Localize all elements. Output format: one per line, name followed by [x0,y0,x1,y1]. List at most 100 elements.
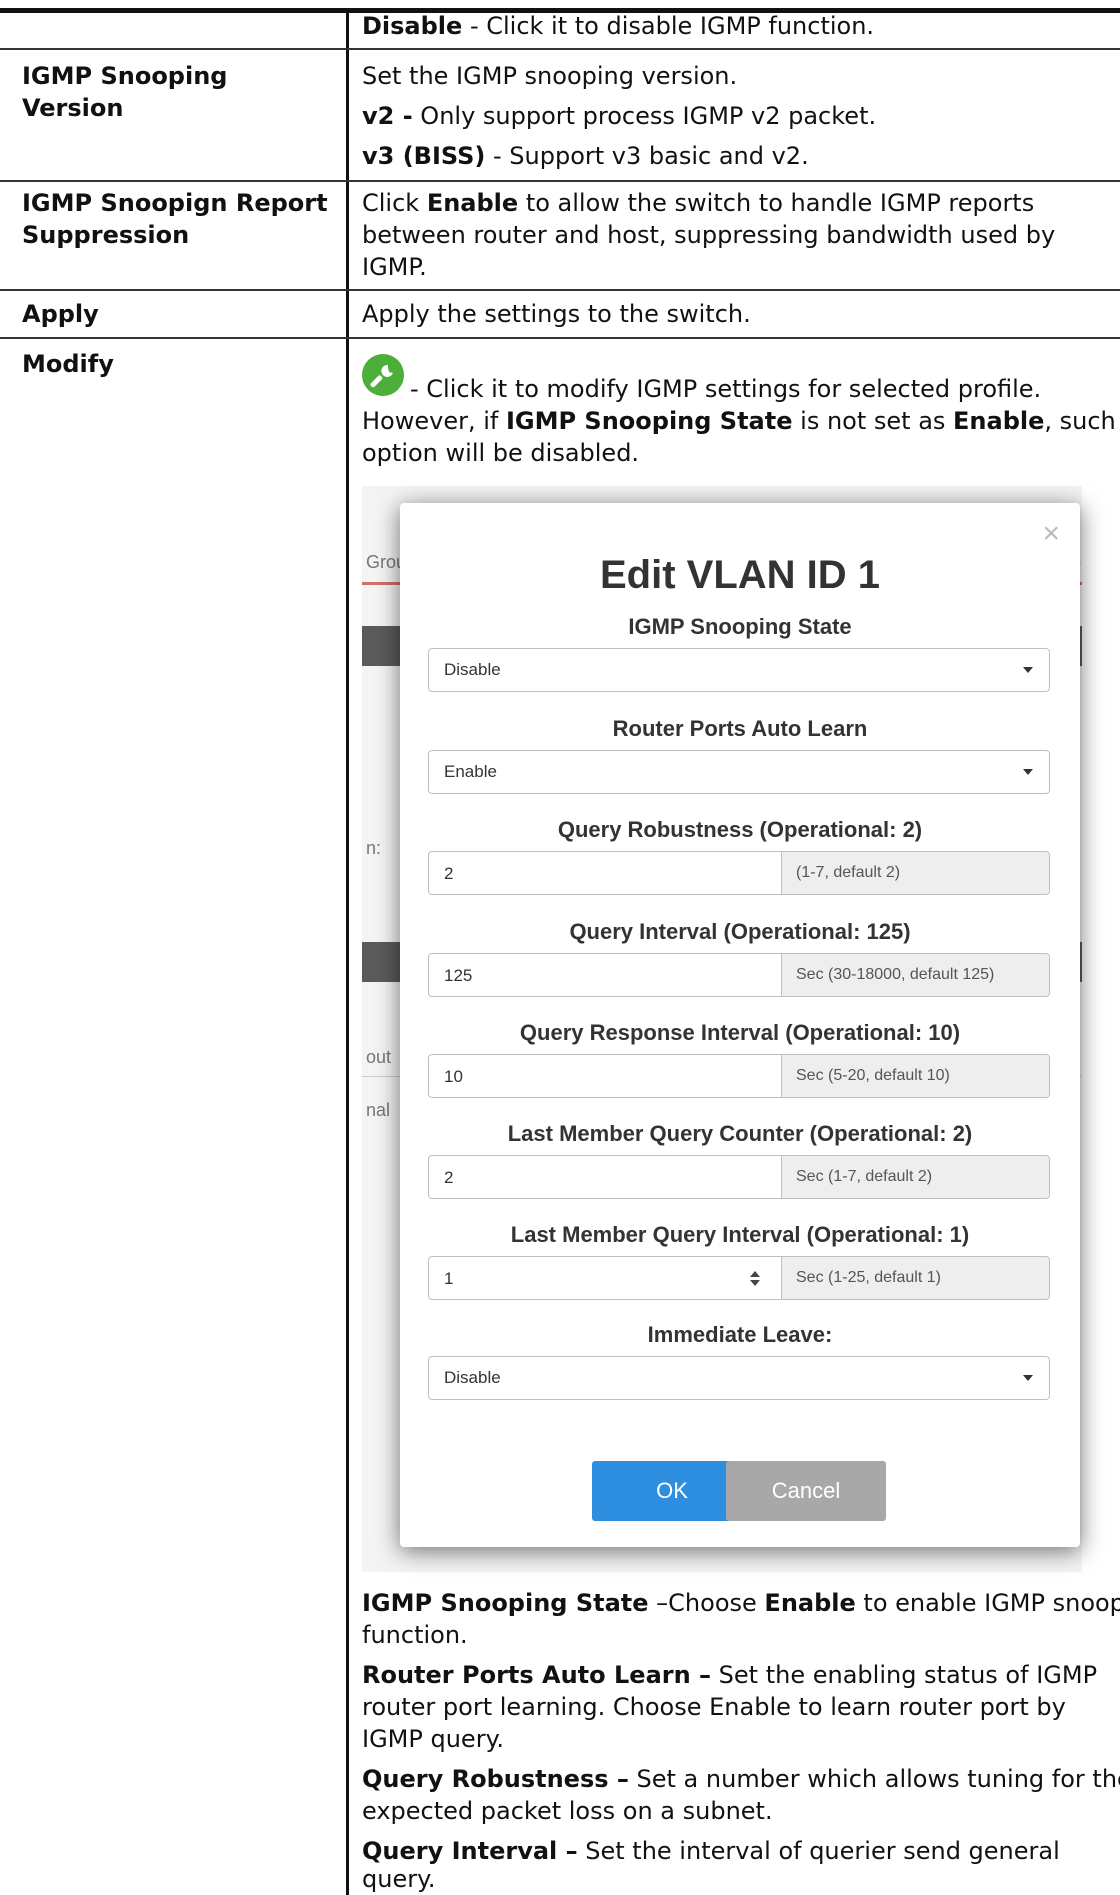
spinner-up-icon [750,1271,760,1277]
v2-term: v2 - [362,102,413,130]
lmq-counter-value: 2 [444,1168,454,1187]
snooping-state-select[interactable]: Disable [428,648,1050,692]
query-interval-label: Query Interval (Operational: 125) [569,919,911,944]
enable-term: Enable [953,407,1045,435]
cancel-button[interactable]: Cancel [726,1461,886,1521]
row-divider [0,337,1120,339]
hint-text: (1-7, default 2) [796,864,901,881]
enable-term: Enable [764,1589,856,1617]
row-divider [0,48,1120,50]
suppression-line-1: Click Enable to allow the switch to hand… [362,187,1102,219]
robustness-value: 2 [444,864,454,883]
chevron-down-icon [1023,769,1033,775]
lmq-interval-label: Last Member Query Interval (Operational:… [510,1222,970,1247]
response-interval-hint: Sec (5-20, default 10) [781,1055,1049,1097]
router-ports-select[interactable]: Enable [428,750,1050,794]
query-interval-value: 125 [444,966,473,985]
snooping-state-term: IGMP Snooping State [505,407,793,435]
text-span: However, if [362,407,506,435]
text-span: Set a number which allows tuning for the [628,1765,1120,1793]
enable-term: Enable [426,189,519,217]
disable-term: Disable [362,12,463,40]
suppression-line-2: between router and host, suppressing ban… [362,221,1056,249]
term-report-suppression: IGMP Snoopign Report Suppression [22,187,332,251]
desc-snooping-state: IGMP Snooping State –Choose Enable to en… [362,1587,1120,1619]
lmq-counter-label: Last Member Query Counter (Operational: … [507,1121,973,1146]
response-interval-input[interactable]: 10 Sec (5-20, default 10) [428,1054,1050,1098]
disable-description: Disable - Click it to disable IGMP funct… [362,10,1102,42]
immediate-leave-label: Immediate Leave: [647,1322,833,1347]
desc-robustness: Query Robustness – Set a number which al… [362,1763,1120,1795]
desc-snooping-state-line-2: function. [362,1621,468,1649]
wrench-icon [362,354,404,396]
lmq-counter-input[interactable]: 2 Sec (1-7, default 2) [428,1155,1050,1199]
version-line-1: Set the IGMP snooping version. [362,62,738,90]
term-apply: Apply [22,300,99,328]
robustness-input[interactable]: 2 (1-7, default 2) [428,851,1050,895]
response-interval-value: 10 [444,1067,463,1086]
text-span: Set the enabling status of IGMP [711,1661,1098,1689]
robustness-label: Query Robustness (Operational: 2) [557,817,923,842]
suppression-line-3: IGMP. [362,253,427,281]
modify-line-1: - Click it to modify IGMP settings for s… [410,375,1042,403]
desc-router-ports-line-2: router port learning. Choose Enable to l… [362,1693,1066,1721]
v2-text: Only support process IGMP v2 packet. [412,102,877,130]
snooping-state-value: Disable [444,660,501,679]
robustness-hint: (1-7, default 2) [781,852,1049,894]
hint-text: Sec (5-20, default 10) [796,1067,950,1084]
lmq-interval-value: 1 [444,1269,454,1288]
desc-robustness-line-2: expected packet loss on a subnet. [362,1797,773,1825]
wrench-icon-glyph [370,364,393,388]
text-span: is not set as [792,407,954,435]
text-span: to allow the switch to handle IGMP repor… [518,189,1035,217]
close-icon[interactable]: × [1042,519,1060,549]
response-interval-label: Query Response Interval (Operational: 10… [519,1020,961,1045]
bg-fragment: nal [366,1100,391,1120]
v3-term: v3 (BISS) [362,142,486,170]
immediate-leave-select[interactable]: Disable [428,1356,1050,1400]
modify-line-2: However, if IGMP Snooping State is not s… [362,405,1116,437]
modify-line-3: option will be disabled. [362,439,640,467]
desc-query-interval-line-2: query. [362,1865,436,1893]
term-modify: Modify [22,350,114,378]
query-interval-input[interactable]: 125 Sec (30-18000, default 125) [428,953,1050,997]
desc-router-ports-line-3: IGMP query. [362,1725,504,1753]
text-span: –Choose [648,1589,765,1617]
spinner-icon[interactable] [749,1271,761,1287]
column-divider [346,10,349,1895]
row-divider [0,289,1120,291]
router-ports-value: Enable [444,762,497,781]
desc-router-ports: Router Ports Auto Learn – Set the enabli… [362,1659,1102,1691]
edit-vlan-dialog: × Edit VLAN ID 1 IGMP Snooping State Dis… [400,503,1080,1547]
version-line-2: v2 - Only support process IGMP v2 packet… [362,100,1102,132]
desc-term: Router Ports Auto Learn – [362,1661,712,1689]
lmq-counter-hint: Sec (1-7, default 2) [781,1156,1049,1198]
desc-term: Query Interval – [362,1837,578,1865]
v3-text: - Support v3 basic and v2. [485,142,809,170]
bg-fragment: out [366,1047,392,1067]
text-span: to enable IGMP snooping [863,1589,1120,1617]
spinner-down-icon [750,1280,760,1286]
desc-term: IGMP Snooping State [362,1589,649,1617]
immediate-leave-value: Disable [444,1368,501,1387]
term-line: Suppression [22,221,190,249]
hint-text: Sec (1-25, default 1) [796,1269,941,1286]
chevron-down-icon [1023,667,1033,673]
query-interval-hint: Sec (30-18000, default 125) [781,954,1049,996]
version-line-3: v3 (BISS) - Support v3 basic and v2. [362,140,1102,172]
term-igmp-snooping-version: IGMP Snooping Version [22,62,228,122]
desc-term: Query Robustness – [362,1765,629,1793]
text-span: Click [362,189,427,217]
text-span: , such [1044,407,1116,435]
term-line: IGMP Snoopign Report [22,189,328,217]
apply-description: Apply the settings to the switch. [362,300,751,328]
document-page: Disable - Click it to disable IGMP funct… [0,0,1120,1895]
lmq-interval-input[interactable]: 1 Sec (1-25, default 1) [428,1256,1050,1300]
snooping-state-label: IGMP Snooping State [628,614,852,639]
bg-fragment: n: [366,838,382,858]
hint-text: Sec (30-18000, default 125) [796,966,995,983]
row-divider [0,180,1120,182]
hint-text: Sec (1-7, default 2) [796,1168,933,1185]
lmq-interval-hint: Sec (1-25, default 1) [781,1257,1049,1299]
text-span: Set the interval of querier send general [577,1837,1060,1865]
